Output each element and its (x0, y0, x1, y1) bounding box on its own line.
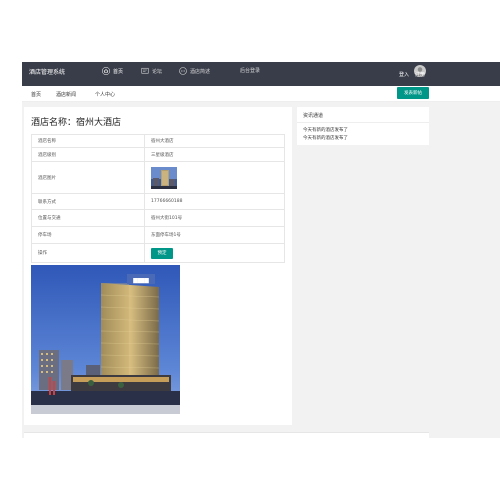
table-row: 位置与交通 宿州大街101号 (31, 209, 285, 227)
row-value: 三星级酒店 (144, 147, 285, 162)
table-row: 联系方式 17766660188 (31, 193, 285, 210)
news-item[interactable]: 今天有新的酒店发布了 (303, 127, 348, 133)
svg-text:▇▇▇▇: ▇▇▇▇ (132, 278, 149, 284)
sub-navbar: 首页 酒店新闻 个人中心 发表新帖 (22, 86, 500, 102)
nav-hotel-intro[interactable]: 酒店简述 (179, 67, 210, 75)
row-key: 酒店名称 (31, 134, 145, 148)
news-channel-title: 资讯通道 (303, 113, 324, 119)
divider (297, 122, 429, 123)
hotel-photo: ▇▇▇▇ (31, 265, 180, 414)
table-row: 酒店图片 (31, 161, 285, 194)
nav-home-label: 首页 (113, 68, 124, 75)
news-item[interactable]: 今天有新的酒店发布了 (303, 135, 348, 141)
row-value: 宿州大酒店 (144, 134, 285, 148)
post-new-button[interactable]: 发表新帖 (397, 87, 429, 99)
row-key: 酒店图片 (31, 161, 145, 194)
row-key: 位置与交通 (31, 209, 145, 227)
subnav-home[interactable]: 首页 (31, 91, 41, 98)
top-navbar: 酒店管理系统 首页 论坛 酒店简述 后台登录 登入 注册 (22, 62, 500, 86)
table-row: 酒店名称 宿州大酒店 (31, 134, 285, 148)
nav-home[interactable]: 首页 (102, 67, 123, 75)
nav-admin-login[interactable]: 后台登录 (240, 67, 260, 74)
hotel-thumbnail[interactable] (151, 166, 177, 189)
row-key: 联系方式 (31, 193, 145, 210)
row-value: 宿州大街101号 (144, 209, 285, 227)
info-icon (179, 67, 187, 75)
hotel-detail-card: 酒店名称：宿州大酒店 酒店名称 宿州大酒店 酒店级别 三星级酒店 酒店图片 联系… (24, 107, 292, 425)
table-row: 操作 预定 (31, 243, 285, 263)
row-key: 酒店级别 (31, 147, 145, 162)
register-link[interactable]: 注册 (415, 71, 425, 78)
nav-hotel-intro-label: 酒店简述 (190, 68, 211, 75)
subnav-personal-center[interactable]: 个人中心 (95, 91, 115, 98)
row-key: 操作 (31, 243, 145, 263)
hotel-title: 酒店名称：宿州大酒店 (31, 118, 122, 128)
forum-icon (141, 67, 149, 75)
table-row: 停车场 东面停车场1号 (31, 226, 285, 244)
brand-title: 酒店管理系统 (29, 69, 66, 76)
hotel-info-table: 酒店名称 宿州大酒店 酒店级别 三星级酒店 酒店图片 联系方式 17766660… (31, 134, 285, 263)
home-icon (102, 67, 110, 75)
row-key: 停车场 (31, 226, 145, 244)
news-channel-card: 资讯通道 今天有新的酒店发布了 今天有新的酒店发布了 (297, 107, 429, 145)
table-row: 酒店级别 三星级酒店 (31, 147, 285, 162)
subnav-hotel-news[interactable]: 酒店新闻 (56, 91, 76, 98)
row-value: 预定 (144, 243, 285, 263)
row-value: 东面停车场1号 (144, 226, 285, 244)
row-value: 17766660188 (144, 193, 285, 210)
book-button[interactable]: 预定 (151, 247, 173, 259)
row-value (144, 161, 285, 194)
page: 酒店管理系统 首页 论坛 酒店简述 后台登录 登入 注册 首页 酒店新闻 个人中… (0, 0, 500, 500)
nav-forum-label: 论坛 (152, 68, 163, 75)
footer-card (24, 432, 429, 440)
nav-forum[interactable]: 论坛 (141, 67, 162, 75)
nav-admin-login-label: 后台登录 (240, 68, 261, 74)
login-link[interactable]: 登入 (399, 71, 409, 78)
